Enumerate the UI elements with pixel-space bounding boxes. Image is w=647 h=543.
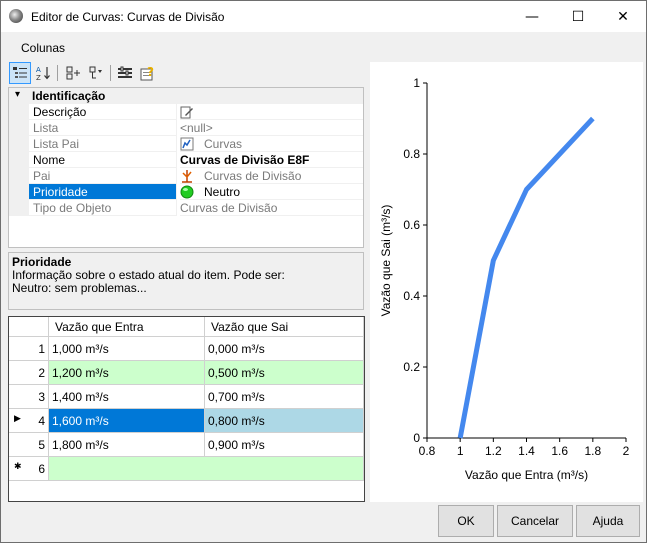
property-value[interactable]: Curvas de Divisão E8F bbox=[180, 152, 363, 168]
maximize-button[interactable]: ☐ bbox=[555, 1, 601, 32]
status-green-icon bbox=[180, 185, 194, 199]
property-value-text: Curvas bbox=[204, 137, 243, 151]
property-row-selected[interactable]: Prioridade Neutro bbox=[9, 184, 363, 200]
x-tick-label: 1.6 bbox=[551, 444, 568, 458]
y-tick-label: 1 bbox=[413, 76, 420, 90]
division-curve-icon bbox=[182, 170, 192, 183]
row-header[interactable]: 2 bbox=[9, 361, 49, 385]
menu-bar: Colunas bbox=[1, 38, 646, 58]
column-header-outflow[interactable]: Vazão que Sai bbox=[205, 317, 364, 337]
x-tick-label: 1.4 bbox=[518, 444, 535, 458]
expand-icon[interactable] bbox=[62, 62, 84, 84]
y-tick-label: 0.2 bbox=[403, 360, 420, 374]
x-tick-label: 1 bbox=[457, 444, 464, 458]
property-value-text: Neutro bbox=[204, 185, 241, 199]
property-row[interactable]: Lista <null> bbox=[9, 120, 363, 136]
x-ticks: 0.8 1 1.2 1.4 1.6 1.8 2 bbox=[419, 438, 630, 458]
property-name: Descrição bbox=[29, 104, 177, 120]
cell-outflow[interactable]: 0,000 m³/s bbox=[205, 337, 364, 361]
category-label: Identificação bbox=[32, 89, 106, 103]
edit-icon[interactable] bbox=[180, 105, 194, 119]
property-value: <null> bbox=[180, 120, 363, 136]
editor-window: Editor de Curvas: Curvas de Divisão — ☐ … bbox=[0, 0, 647, 543]
cell-outflow[interactable]: 0,500 m³/s bbox=[205, 361, 364, 385]
row-header-new[interactable]: ✱ 6 bbox=[9, 457, 49, 481]
curves-list-icon bbox=[180, 137, 194, 151]
y-ticks: 0 0.2 0.4 0.6 0.8 1 bbox=[403, 76, 427, 445]
property-value: Curvas bbox=[180, 136, 363, 152]
property-row[interactable]: Lista Pai Curvas bbox=[9, 136, 363, 152]
curve-data-grid: Vazão que Entra Vazão que Sai 1 1,000 m³… bbox=[8, 316, 365, 502]
app-icon bbox=[9, 9, 23, 23]
properties-icon[interactable] bbox=[114, 62, 136, 84]
y-axis-label: Vazão que Sai (m³/s) bbox=[379, 205, 393, 317]
x-tick-label: 2 bbox=[623, 444, 630, 458]
current-row-icon: ▶ bbox=[14, 414, 21, 424]
grid-corner[interactable] bbox=[9, 317, 49, 337]
property-name: Lista bbox=[29, 120, 177, 136]
property-value-text: Curvas de Divisão bbox=[204, 169, 302, 183]
svg-text:?: ? bbox=[147, 65, 154, 79]
help-button[interactable]: Ajuda bbox=[576, 505, 640, 537]
minimize-button[interactable]: — bbox=[509, 1, 555, 32]
y-tick-label: 0.4 bbox=[403, 289, 420, 303]
new-row-cell[interactable] bbox=[49, 457, 364, 481]
categorized-icon[interactable] bbox=[9, 62, 31, 84]
chart-svg: 0.8 1 1.2 1.4 1.6 1.8 2 0 0.2 0.4 0.6 0.8 1 Vazão q… bbox=[379, 76, 630, 482]
property-name: Tipo de Objeto bbox=[29, 200, 177, 216]
property-row[interactable]: Tipo de Objeto Curvas de Divisão bbox=[9, 200, 363, 216]
collapse-icon[interactable] bbox=[85, 62, 107, 84]
cancel-button[interactable]: Cancelar bbox=[497, 505, 573, 537]
column-header-inflow[interactable]: Vazão que Entra bbox=[49, 317, 205, 337]
toolbar: AZ ? bbox=[7, 62, 367, 84]
chevron-down-icon[interactable]: ▾ bbox=[15, 89, 20, 100]
x-axis-label: Vazão que Entra (m³/s) bbox=[465, 468, 588, 482]
category-header[interactable]: ▾ Identificação bbox=[9, 88, 363, 104]
cell-inflow[interactable]: 1,400 m³/s bbox=[49, 385, 205, 409]
row-header-current[interactable]: ▶ 4 bbox=[9, 409, 49, 433]
property-row[interactable]: Pai Curvas de Divisão bbox=[9, 168, 363, 184]
ok-button[interactable]: OK bbox=[438, 505, 494, 537]
property-name: Pai bbox=[29, 168, 177, 184]
svg-text:Z: Z bbox=[36, 74, 41, 81]
menu-columns[interactable]: Colunas bbox=[21, 41, 65, 55]
property-name: Nome bbox=[29, 152, 177, 168]
x-tick-label: 1.2 bbox=[485, 444, 502, 458]
cell-inflow-selected[interactable]: 1,600 m³/s bbox=[49, 409, 205, 433]
title-bar: Editor de Curvas: Curvas de Divisão — ☐ … bbox=[1, 1, 646, 32]
property-value[interactable]: Neutro bbox=[180, 184, 363, 200]
row-header[interactable]: 1 bbox=[9, 337, 49, 361]
y-tick-label: 0 bbox=[413, 431, 420, 445]
help-icon[interactable]: ? bbox=[137, 62, 159, 84]
y-tick-label: 0.8 bbox=[403, 147, 420, 161]
description-line: Neutro: sem problemas... bbox=[12, 281, 147, 295]
cell-outflow-selected[interactable]: 0,800 m³/s bbox=[205, 409, 364, 433]
series-line bbox=[457, 116, 595, 439]
cell-inflow[interactable]: 1,800 m³/s bbox=[49, 433, 205, 457]
property-name: Prioridade bbox=[29, 184, 177, 200]
property-value: Curvas de Divisão bbox=[180, 200, 363, 216]
close-button[interactable]: ✕ bbox=[600, 1, 646, 32]
sort-alphabetical-icon[interactable]: AZ bbox=[32, 62, 54, 84]
curve-chart: 0.8 1 1.2 1.4 1.6 1.8 2 0 0.2 0.4 0.6 0.8 1 Vazão q… bbox=[370, 62, 643, 502]
x-tick-label: 0.8 bbox=[419, 444, 436, 458]
new-row-icon: ✱ bbox=[14, 462, 22, 472]
property-row[interactable]: Descrição bbox=[9, 104, 363, 120]
description-panel: Prioridade Informação sobre o estado atu… bbox=[8, 252, 364, 310]
window-title: Editor de Curvas: Curvas de Divisão bbox=[31, 10, 225, 24]
property-value[interactable] bbox=[180, 104, 363, 120]
y-tick-label: 0.6 bbox=[403, 218, 420, 232]
property-name: Lista Pai bbox=[29, 136, 177, 152]
property-grid: ▾ Identificação Descrição Lista <null> L… bbox=[8, 87, 364, 248]
row-header[interactable]: 3 bbox=[9, 385, 49, 409]
svg-text:A: A bbox=[36, 66, 41, 74]
cell-inflow[interactable]: 1,000 m³/s bbox=[49, 337, 205, 361]
x-tick-label: 1.8 bbox=[584, 444, 601, 458]
cell-outflow[interactable]: 0,700 m³/s bbox=[205, 385, 364, 409]
cell-outflow[interactable]: 0,900 m³/s bbox=[205, 433, 364, 457]
property-value: Curvas de Divisão bbox=[180, 168, 363, 184]
row-header[interactable]: 5 bbox=[9, 433, 49, 457]
property-row[interactable]: Nome Curvas de Divisão E8F bbox=[9, 152, 363, 168]
cell-inflow[interactable]: 1,200 m³/s bbox=[49, 361, 205, 385]
